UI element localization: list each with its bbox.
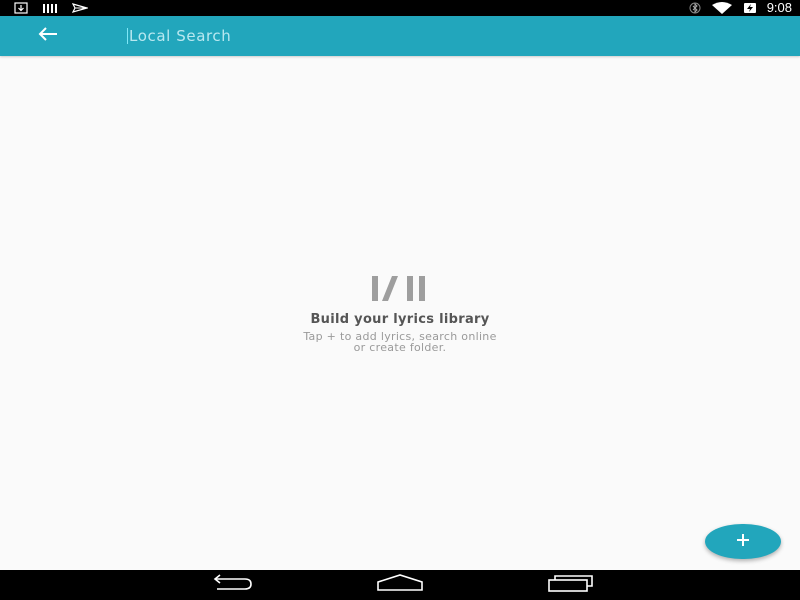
status-icons-right: 9:08 (689, 0, 792, 16)
search-field[interactable] (127, 23, 627, 49)
navigation-bar (0, 570, 800, 600)
status-icons-left (14, 0, 90, 18)
text-cursor (127, 28, 128, 44)
status-bar: 9:08 (0, 0, 800, 16)
empty-state-subtitle: Tap + to add lyrics, search online or cr… (260, 331, 540, 353)
signal-bars-icon (42, 0, 58, 18)
send-icon (71, 0, 90, 18)
status-time: 9:08 (766, 0, 792, 15)
battery-charging-icon (743, 0, 757, 18)
empty-state-subtitle-line2: or create folder. (353, 341, 447, 354)
plus-icon (735, 532, 751, 552)
search-input[interactable] (129, 24, 609, 48)
empty-state: Build your lyrics library Tap + to add l… (0, 270, 800, 353)
arrow-left-icon (37, 26, 59, 46)
wifi-icon (711, 0, 733, 18)
empty-state-title: Build your lyrics library (310, 312, 490, 327)
nav-home-button[interactable] (370, 574, 430, 596)
app-bar (0, 16, 800, 56)
nav-recents-icon (546, 574, 596, 596)
nav-back-button[interactable] (199, 574, 259, 596)
nav-back-icon (205, 574, 253, 596)
nav-home-icon (375, 574, 425, 596)
download-icon (14, 0, 28, 18)
lyrics-logo-icon (0, 270, 800, 306)
add-button[interactable] (705, 524, 781, 559)
screen: 9:08 Build your lyrics (0, 0, 800, 600)
bluetooth-icon (689, 0, 701, 18)
back-button[interactable] (34, 24, 62, 48)
nav-recents-button[interactable] (541, 574, 601, 596)
